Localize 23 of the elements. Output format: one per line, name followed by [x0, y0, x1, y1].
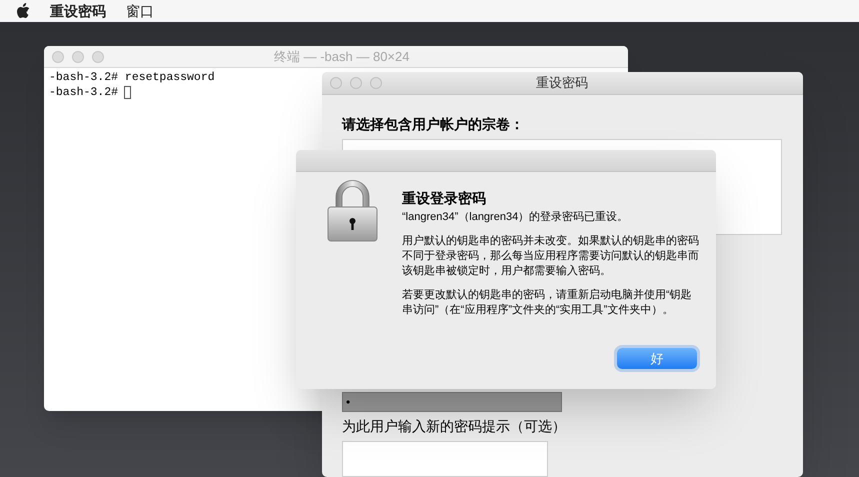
- zoom-button[interactable]: [92, 50, 104, 62]
- apple-logo-icon[interactable]: [16, 3, 30, 19]
- padlock-icon: [327, 180, 378, 242]
- terminal-line: -bash-3.2#: [49, 85, 118, 100]
- close-button[interactable]: [330, 77, 342, 89]
- window-title: 重设密码: [536, 74, 588, 92]
- password-field[interactable]: •: [342, 392, 562, 412]
- window-title: 终端 — -bash — 80×24: [274, 48, 410, 66]
- hint-label: 为此用户输入新的密码提示（可选）: [342, 417, 566, 436]
- minimize-button[interactable]: [72, 50, 84, 62]
- menu-item[interactable]: 窗口: [126, 0, 154, 22]
- terminal-line: -bash-3.2# resetpassword: [49, 70, 215, 85]
- alert-message: 用户默认的钥匙串的密码并未改变。如果默认的钥匙串的密码不同于登录密码，那么每当应用程序需要访问默认的钥匙串而该钥匙串被锁定时，用户都需要输入密码。: [402, 234, 700, 279]
- close-button[interactable]: [52, 50, 64, 62]
- text-cursor: [124, 86, 132, 99]
- alert-message: 若要更改默认的钥匙串的密码，请重新启动电脑并使用“钥匙串访问”（在“应用程序”文件夹的“实用工具”文件夹中）。: [402, 288, 693, 318]
- minimize-button[interactable]: [350, 77, 362, 89]
- hint-field[interactable]: [342, 441, 548, 477]
- volume-label: 请选择包含用户帐户的宗卷：: [342, 115, 524, 134]
- menu-item[interactable]: 重设密码: [50, 0, 106, 22]
- alert-message: “langren34”（langren34）的登录密码已重设。: [402, 210, 630, 225]
- zoom-button[interactable]: [370, 77, 382, 89]
- alert-title: 重设登录密码: [402, 189, 486, 208]
